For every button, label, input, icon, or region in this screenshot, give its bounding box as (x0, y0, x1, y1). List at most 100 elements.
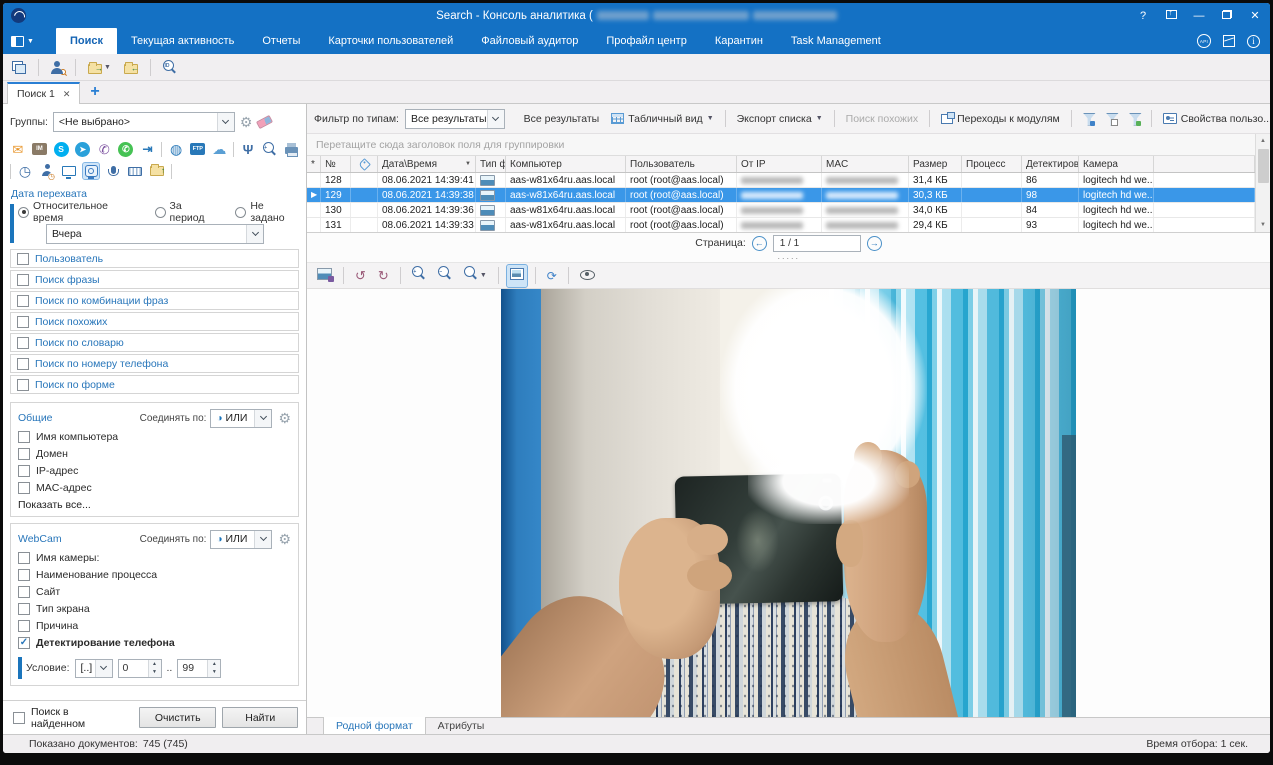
tab-attributes[interactable]: Атрибуты (426, 718, 497, 734)
user-activity-icon[interactable]: ◷ (39, 163, 55, 179)
common-filter-3[interactable]: MAC-адрес (18, 479, 291, 496)
menu-tab-4[interactable]: Файловый аудитор (467, 28, 592, 54)
column-header-7[interactable]: От IP (737, 156, 822, 172)
webcam-section-title[interactable]: WebCam (18, 533, 62, 545)
eye-button[interactable] (577, 265, 598, 287)
webcam-filter-1[interactable]: Наименование процесса (18, 566, 291, 583)
scrollbar-thumb[interactable] (1258, 149, 1269, 183)
files-icon[interactable]: ↑ (149, 163, 165, 179)
column-header-3[interactable]: Дата\Время▼ (378, 156, 476, 172)
cloud-icon[interactable]: ☁ (212, 141, 228, 157)
checkbox[interactable] (17, 358, 29, 370)
checkbox[interactable] (17, 295, 29, 307)
keyboard-icon[interactable] (127, 163, 143, 179)
common-filter-2[interactable]: IP-адрес (18, 462, 291, 479)
checkbox[interactable] (17, 253, 29, 265)
folder-import-button[interactable]: ← (121, 59, 141, 76)
http-icon[interactable]: ◍ (168, 141, 184, 157)
clock-icon[interactable]: ◷ (17, 163, 33, 179)
filter-panel-4[interactable]: Поиск по словарю (10, 333, 299, 352)
common-settings-button[interactable]: ⚙ (278, 411, 291, 425)
restore-button[interactable] (1220, 10, 1234, 22)
clear-button[interactable]: Очистить (139, 707, 216, 728)
column-header-2[interactable] (351, 156, 378, 172)
refresh-button[interactable]: ⟳ (544, 265, 560, 287)
checkbox[interactable] (18, 431, 30, 443)
common-section-title[interactable]: Общие (18, 412, 53, 424)
table-row-130[interactable]: 13008.06.2021 14:39:36aas-w81x64ru.aas.l… (307, 203, 1255, 218)
group-by-bar[interactable]: Перетащите сюда заголовок поля для групп… (307, 134, 1270, 156)
webcam-join-select[interactable]: ◑ ИЛИ (210, 530, 272, 549)
microphone-icon[interactable] (105, 163, 121, 179)
api-icon[interactable]: API (1197, 34, 1211, 48)
telegram-icon[interactable]: ➤ (75, 141, 91, 157)
zoom-select-button[interactable]: ▼ (461, 264, 490, 287)
menu-tab-1[interactable]: Текущая активность (117, 28, 248, 54)
ftp-icon[interactable]: FTP (190, 141, 206, 157)
add-tab-button[interactable]: + (90, 83, 99, 103)
tab-close-icon[interactable]: ✕ (63, 89, 71, 100)
checkbox[interactable] (18, 569, 30, 581)
checkbox[interactable] (18, 620, 30, 632)
funnel-apply-button[interactable] (1126, 111, 1143, 127)
column-header-8[interactable]: MAC (822, 156, 909, 172)
webcam-filter-2[interactable]: Сайт (18, 583, 291, 600)
relative-date-select[interactable]: Вчера (46, 224, 264, 244)
results-tool-1[interactable]: Табличный вид▼ (608, 111, 716, 127)
menu-tab-2[interactable]: Отчеты (248, 28, 314, 54)
funnel-filter-button[interactable] (1080, 111, 1097, 127)
filter-by-type-select[interactable]: Все результаты (405, 109, 505, 129)
show-all-link[interactable]: Показать все... (18, 499, 291, 511)
filter-panel-6[interactable]: Поиск по форме (10, 375, 299, 394)
rotate-left-button[interactable]: ↺ (352, 265, 369, 287)
checkbox[interactable] (18, 552, 30, 564)
page-number-field[interactable]: 1 / 1 (773, 235, 861, 252)
package-icon[interactable] (1223, 35, 1235, 47)
results-tool-3[interactable]: Поиск похожих (843, 111, 921, 127)
search-in-found-checkbox[interactable] (13, 712, 25, 724)
next-page-button[interactable]: → (867, 236, 882, 251)
results-tool-2[interactable]: Экспорт списка▼ (734, 111, 826, 127)
common-filter-0[interactable]: Имя компьютера (18, 428, 291, 445)
printer-icon[interactable] (283, 141, 299, 157)
column-header-12[interactable]: Камера (1079, 156, 1154, 172)
user-search-button[interactable] (48, 59, 66, 76)
column-header-6[interactable]: Пользователь (626, 156, 737, 172)
vertical-scrollbar[interactable]: ▲ ▼ (1255, 134, 1270, 232)
table-row-131[interactable]: 13108.06.2021 14:39:33aas-w81x64ru.aas.l… (307, 218, 1255, 232)
webcam-filter-3[interactable]: Тип экрана (18, 600, 291, 617)
find-button[interactable]: Найти (222, 707, 298, 728)
column-header-10[interactable]: Процесс (962, 156, 1022, 172)
checkbox[interactable] (18, 465, 30, 477)
splitter-handle[interactable]: ····· (307, 253, 1270, 263)
filter-panel-1[interactable]: Поиск фразы (10, 270, 299, 289)
column-header-4[interactable]: Тип фа (476, 156, 506, 172)
whatsapp-icon[interactable]: ✆ (118, 141, 134, 157)
groups-select[interactable]: <Не выбрано> (53, 112, 235, 132)
minimize-button[interactable]: — (1192, 10, 1206, 22)
rotate-right-button[interactable]: ↻ (375, 265, 392, 287)
results-tool-8[interactable]: Свойства пользо... (1160, 111, 1270, 127)
scroll-up-icon[interactable]: ▲ (1256, 134, 1270, 148)
date-section-title[interactable]: Дата перехвата (11, 188, 299, 200)
webcam-filter-4[interactable]: Причина (18, 617, 291, 634)
tab-search-1[interactable]: Поиск 1 ✕ (7, 82, 80, 104)
checkbox[interactable] (18, 448, 30, 460)
checkbox[interactable] (18, 482, 30, 494)
help-button[interactable]: ? (1136, 10, 1150, 22)
zoom-in-button[interactable]: + (409, 264, 429, 287)
checkbox[interactable] (17, 274, 29, 286)
spinner-arrows-icon[interactable]: ▲▼ (148, 660, 161, 677)
main-menu-button[interactable]: ▼ (11, 28, 34, 54)
radio-relative-time[interactable] (18, 207, 29, 218)
webcam-settings-button[interactable]: ⚙ (278, 532, 291, 546)
webcam-filter-0[interactable]: Имя камеры: (18, 549, 291, 566)
checkbox[interactable] (17, 316, 29, 328)
prev-page-button[interactable]: ← (752, 236, 767, 251)
clear-filters-icon[interactable] (256, 115, 273, 129)
fit-to-window-button[interactable] (507, 265, 527, 287)
cascade-windows-button[interactable] (9, 59, 29, 76)
radio-not-set[interactable] (235, 207, 246, 218)
funnel-clear-button[interactable] (1103, 111, 1120, 127)
info-icon[interactable]: i (1247, 35, 1260, 48)
